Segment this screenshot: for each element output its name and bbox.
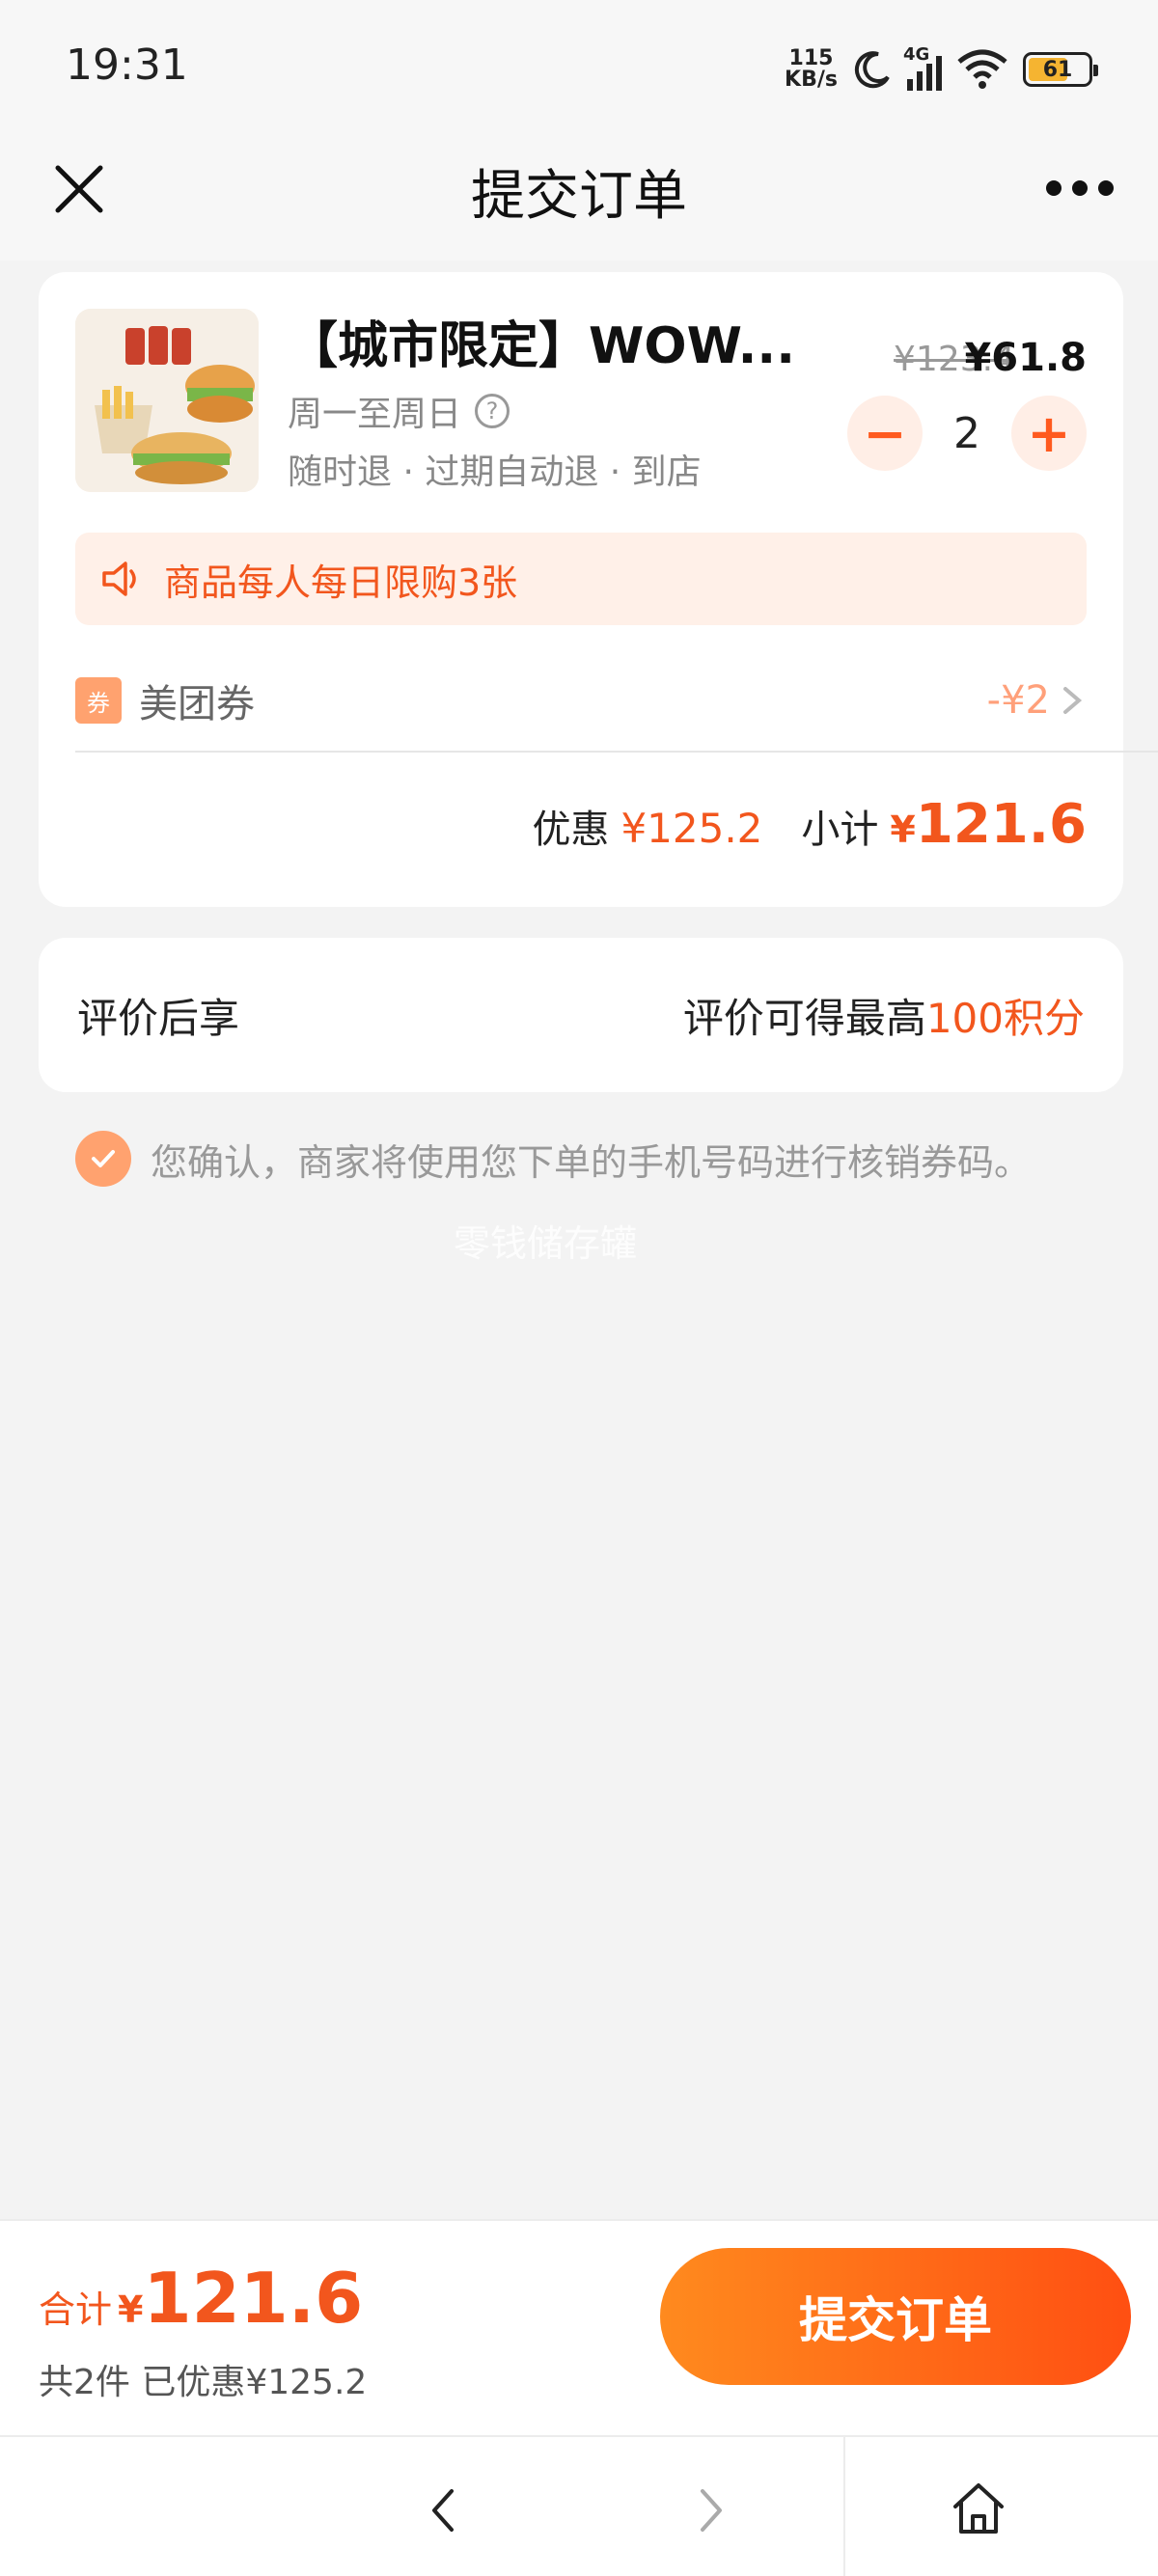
help-icon[interactable]: ? <box>475 394 510 428</box>
order-card: 【城市限定】WOW... 周一至周日 ? 随时退 · 过期自动退 · 到店 ¥1… <box>39 272 1158 907</box>
coupon-row[interactable]: 券 美团券 -¥2 <box>75 658 1087 743</box>
purchase-limit-banner: 商品每人每日限购3张 <box>75 533 1087 625</box>
chevron-left-icon[interactable] <box>415 2481 473 2539</box>
consent-row: 您确认，商家将使用您下单的手机号码进行核销券码。 <box>75 1131 1031 1187</box>
total-amount: 121.6 <box>143 2258 364 2339</box>
wifi-icon <box>957 49 1007 89</box>
subtotal-amount: ¥121.6 <box>890 793 1087 856</box>
network-speed: 115 KB/s <box>785 46 838 92</box>
total-label: 合计 <box>39 2288 113 2331</box>
speaker-icon <box>102 562 136 596</box>
coupon-value: -¥2 <box>986 678 1050 723</box>
discount-amount: ¥125.2 <box>620 805 763 852</box>
coupon-label: 美团券 <box>139 682 255 726</box>
discount-label: 优惠 <box>532 808 610 852</box>
submit-order-button[interactable]: 提交订单 <box>660 2248 1131 2385</box>
divider <box>75 751 1158 753</box>
decrease-button[interactable]: − <box>847 396 923 471</box>
signal-indicator: 4G <box>903 44 942 91</box>
total-currency: ¥ <box>118 2288 144 2331</box>
total-line: 合计 ¥ 121.6 <box>39 2258 363 2339</box>
more-icon[interactable] <box>1046 164 1114 212</box>
validity-days: 周一至周日 <box>288 395 462 434</box>
price-summary: 优惠 ¥125.2 小计 ¥121.6 <box>532 793 1087 856</box>
navigation-bar: 提交订单 <box>0 135 1158 260</box>
watermark: 零钱储存罐 <box>453 1222 637 1265</box>
product-name[interactable]: 【城市限定】WOW... <box>288 305 828 377</box>
check-icon[interactable] <box>75 1131 131 1187</box>
divider <box>843 2437 845 2576</box>
chevron-right-icon <box>1063 687 1083 714</box>
total-summary: 共2件 已优惠¥125.2 <box>39 2363 368 2402</box>
refund-tags: 随时退 · 过期自动退 · 到店 <box>288 452 702 492</box>
chevron-right-icon[interactable] <box>681 2481 739 2539</box>
unit-price: ¥61.8 <box>964 336 1087 380</box>
review-reward: 评价可得最高100积分 <box>682 994 1085 1042</box>
consent-text: 您确认，商家将使用您下单的手机号码进行核销券码。 <box>151 1140 1032 1184</box>
limit-text: 商品每人每日限购3张 <box>164 561 518 604</box>
battery-indicator: 61 <box>1023 52 1098 87</box>
page-title: 提交订单 <box>471 165 687 228</box>
quantity-value: 2 <box>953 408 980 458</box>
moon-icon <box>854 51 890 89</box>
network-type: 4G <box>903 44 930 65</box>
checkout-bar: 合计 ¥ 121.6 共2件 已优惠¥125.2 提交订单 <box>0 2219 1158 2435</box>
status-bar: 19:31 115 KB/s 4G 61 <box>0 0 1158 135</box>
subtotal-label: 小计 <box>801 808 879 852</box>
review-reward-card: 评价后享 评价可得最高100积分 <box>39 938 1123 1092</box>
quantity-stepper: − 2 + <box>847 396 1087 471</box>
coupon-badge: 券 <box>75 677 122 724</box>
increase-button[interactable]: + <box>1011 396 1087 471</box>
home-icon[interactable] <box>948 2478 1009 2539</box>
review-label: 评价后享 <box>77 994 240 1042</box>
product-validity: 周一至周日 ? <box>288 386 510 436</box>
status-time: 19:31 <box>66 41 188 90</box>
product-image <box>75 309 259 492</box>
browser-nav-bar <box>0 2435 1158 2576</box>
status-icons: 115 KB/s 4G 61 <box>785 42 1098 96</box>
